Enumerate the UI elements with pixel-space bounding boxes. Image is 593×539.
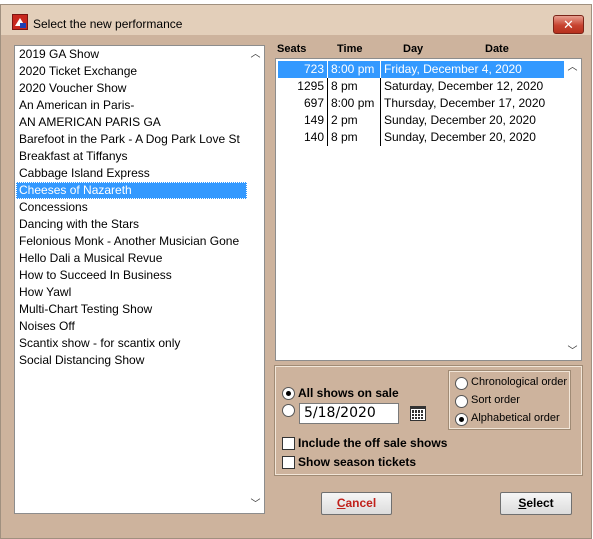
table-row[interactable]: 149 2 pm Sunday, December 20, 2020 [278, 112, 564, 129]
alphabetical-order-radio[interactable] [455, 413, 468, 426]
list-item[interactable]: How to Succeed In Business [16, 267, 247, 284]
table-row[interactable]: 1295 8 pm Saturday, December 12, 2020 [278, 78, 564, 95]
list-item[interactable]: Noises Off [16, 318, 247, 335]
chronological-order-radio[interactable] [455, 377, 468, 390]
cancel-button[interactable]: Cancel [321, 492, 392, 515]
all-shows-label: All shows on sale [298, 386, 399, 400]
cell-time: 8:00 pm [327, 61, 379, 78]
list-item[interactable]: Scantix show - for scantix only [16, 335, 247, 352]
scroll-down-icon[interactable]: ﹀ [247, 496, 264, 513]
table-row[interactable]: 723 8:00 pm Friday, December 4, 2020 [278, 61, 564, 78]
season-tickets-checkbox[interactable] [282, 456, 295, 469]
list-item[interactable]: How Yawl [16, 284, 247, 301]
sort-order-group: Chronological order Sort order Alphabeti… [448, 370, 571, 430]
include-off-sale-label: Include the off sale shows [298, 436, 448, 450]
list-item[interactable]: Cabbage Island Express [16, 165, 247, 182]
list-item[interactable]: Social Distancing Show [16, 352, 247, 369]
cell-seats: 140 [303, 130, 324, 144]
cell-date: Sunday, December 20, 2020 [380, 129, 564, 146]
window-title: Select the new performance [33, 17, 183, 31]
performance-list[interactable]: 2019 GA Show 2020 Ticket Exchange 2020 Vou… [14, 45, 265, 514]
scroll-up-icon[interactable]: ︿ [247, 46, 264, 63]
alphabetical-order-label: Alphabetical order [471, 412, 560, 424]
list-item[interactable]: Dancing with the Stars [16, 216, 247, 233]
list-item[interactable]: Cheeses of Nazareth [16, 182, 247, 199]
list-item[interactable]: Concessions [16, 199, 247, 216]
cell-date: Thursday, December 17, 2020 [380, 95, 564, 112]
chronological-order-label: Chronological order [471, 376, 567, 388]
scroll-down-icon[interactable]: ﹀ [564, 343, 581, 360]
table-rows: 723 8:00 pm Friday, December 4, 2020 1295 8 … [278, 61, 564, 146]
app-icon [12, 14, 28, 30]
close-icon: ✕ [563, 17, 574, 32]
calendar-icon-top [411, 407, 425, 409]
cell-time: 2 pm [327, 112, 379, 129]
all-shows-radio[interactable] [282, 387, 295, 400]
select-button[interactable]: Select [500, 492, 572, 515]
scroll-up-icon[interactable]: ︿ [564, 59, 581, 76]
dialog-client: 2019 GA Show 2020 Ticket Exchange 2020 Vou… [8, 36, 585, 531]
filter-options-panel: All shows on sale 5/18/2020 Include the … [274, 365, 583, 476]
list-item[interactable]: Breakfast at Tiffanys [16, 148, 247, 165]
title-bar: Select the new performance ✕ [1, 5, 591, 35]
cell-date: Saturday, December 12, 2020 [380, 78, 564, 95]
season-tickets-label: Show season tickets [298, 455, 417, 469]
list-item[interactable]: An American in Paris- [16, 97, 247, 114]
header-day: Day [403, 43, 424, 55]
list-item[interactable]: AN AMERICAN PARIS GA [16, 114, 247, 131]
cell-seats: 723 [303, 62, 324, 76]
date-field[interactable]: 5/18/2020 [299, 403, 399, 424]
sort-order-label: Sort order [471, 394, 520, 406]
sort-order-radio[interactable] [455, 395, 468, 408]
header-time: Time [337, 43, 363, 55]
cell-time: 8 pm [327, 129, 379, 146]
table-row[interactable]: 140 8 pm Sunday, December 20, 2020 [278, 129, 564, 146]
table-header: Seats Time Day Date [274, 43, 584, 59]
cell-time: 8:00 pm [327, 95, 379, 112]
performance-dates-table[interactable]: 723 8:00 pm Friday, December 4, 2020 1295 8 … [275, 58, 582, 361]
cancel-button-label: ancel [345, 496, 377, 510]
list-item[interactable]: Barefoot in the Park - A Dog Park Love S… [16, 131, 247, 148]
header-seats: Seats [277, 43, 307, 55]
list-item[interactable]: Hello Dali a Musical Revue [16, 250, 247, 267]
cell-seats: 149 [303, 113, 324, 127]
calendar-icon-grid [412, 410, 424, 419]
cell-seats: 1295 [297, 79, 324, 93]
cell-seats: 697 [303, 96, 324, 110]
performance-list-scrollbar[interactable]: ︿ ﹀ [247, 46, 264, 513]
cell-date: Sunday, December 20, 2020 [380, 112, 564, 129]
list-item[interactable]: 2020 Voucher Show [16, 80, 247, 97]
performance-list-items: 2019 GA Show 2020 Ticket Exchange 2020 Vou… [16, 46, 247, 513]
list-item[interactable]: 2020 Ticket Exchange [16, 63, 247, 80]
table-scrollbar[interactable]: ︿ ﹀ [564, 59, 581, 360]
cell-time: 8 pm [327, 78, 379, 95]
dialog-window: Select the new performance ✕ 2019 GA Sho… [0, 4, 592, 539]
date-radio[interactable] [282, 404, 295, 417]
calendar-icon[interactable] [410, 406, 426, 421]
list-item[interactable]: 2019 GA Show [16, 46, 247, 63]
close-button[interactable]: ✕ [553, 15, 584, 34]
list-item[interactable]: Felonious Monk - Another Musician Gone [16, 233, 247, 250]
list-item[interactable]: Multi-Chart Testing Show [16, 301, 247, 318]
cell-date: Friday, December 4, 2020 [380, 61, 564, 78]
header-date: Date [485, 43, 509, 55]
select-button-label: elect [526, 496, 554, 510]
table-row[interactable]: 697 8:00 pm Thursday, December 17, 2020 [278, 95, 564, 112]
include-off-sale-checkbox[interactable] [282, 437, 295, 450]
